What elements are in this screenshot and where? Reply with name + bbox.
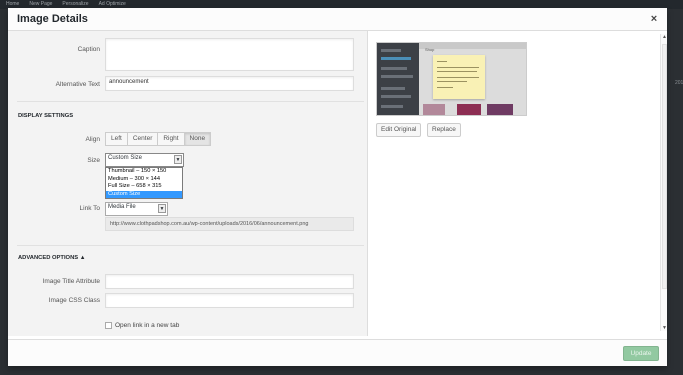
caption-label: Caption <box>77 46 100 53</box>
align-button-group: Left Center Right None <box>105 132 212 146</box>
css-class-label: Image CSS Class <box>48 297 100 304</box>
scroll-down-icon[interactable]: ▼ <box>661 325 667 331</box>
modal-title: Image Details <box>17 13 88 25</box>
scroll-up-icon[interactable]: ▲ <box>661 34 667 40</box>
align-left-button[interactable]: Left <box>105 132 128 146</box>
size-select[interactable]: Custom Size ▼ <box>105 153 184 167</box>
size-select-value: Custom Size <box>108 155 143 161</box>
preview-sidebar <box>377 43 419 115</box>
chevron-down-icon[interactable]: ▼ <box>158 204 166 213</box>
triangle-up-icon: ▲ <box>79 255 86 261</box>
title-attribute-label: Image Title Attribute <box>42 278 100 285</box>
preview-note <box>433 55 485 99</box>
background-side-text: 2016 <box>675 80 683 86</box>
preview-header <box>419 43 526 49</box>
align-center-button[interactable]: Center <box>126 132 159 146</box>
link-to-select[interactable]: Media File ▼ <box>105 202 168 216</box>
edit-original-button[interactable]: Edit Original <box>376 123 422 137</box>
modal-footer: Update <box>8 339 667 366</box>
align-right-button[interactable]: Right <box>157 132 185 146</box>
scrollbar-thumb[interactable] <box>662 44 667 289</box>
preview-scrollbar[interactable]: ▲ ▼ <box>660 34 667 331</box>
divider <box>17 245 364 246</box>
size-label: Size <box>87 157 100 164</box>
align-none-button[interactable]: None <box>183 132 212 146</box>
advanced-options-heading: ADVANCED OPTIONS <box>18 255 79 261</box>
size-dropdown-list: Thumbnail – 150 × 150 Medium – 300 × 144… <box>105 167 183 199</box>
preview-heading: Shop <box>425 47 435 52</box>
divider <box>17 101 364 102</box>
title-attribute-input[interactable] <box>105 274 354 289</box>
advanced-options-toggle[interactable]: ADVANCED OPTIONS ▲ <box>18 255 86 261</box>
align-label: Align <box>85 136 100 143</box>
replace-button[interactable]: Replace <box>427 123 461 137</box>
image-preview: Shop <box>376 42 527 116</box>
size-option-selected[interactable]: Custom Size <box>106 190 182 198</box>
new-tab-checkbox[interactable] <box>105 322 112 329</box>
link-url-field[interactable]: http://www.clothpadshop.com.au/wp-conten… <box>105 217 354 231</box>
link-to-select-value: Media File <box>108 204 136 210</box>
alt-text-input[interactable]: announcement <box>105 76 354 91</box>
size-option[interactable]: Full Size – 658 × 315 <box>106 183 182 191</box>
close-icon[interactable]: × <box>647 12 661 26</box>
size-option[interactable]: Thumbnail – 150 × 150 <box>106 168 182 176</box>
update-button[interactable]: Update <box>623 346 659 361</box>
display-settings-heading: DISPLAY SETTINGS <box>18 113 74 119</box>
alt-text-label: Alternative Text <box>55 81 100 88</box>
link-to-label: Link To <box>79 205 100 212</box>
modal-header: Image Details × <box>8 8 667 31</box>
chevron-down-icon[interactable]: ▼ <box>174 155 182 164</box>
image-details-modal: Image Details × Caption Alternative Text… <box>8 8 667 366</box>
new-tab-label: Open link in a new tab <box>115 322 180 329</box>
css-class-input[interactable] <box>105 293 354 308</box>
caption-textarea[interactable] <box>105 38 354 71</box>
size-option[interactable]: Medium – 300 × 144 <box>106 176 182 184</box>
